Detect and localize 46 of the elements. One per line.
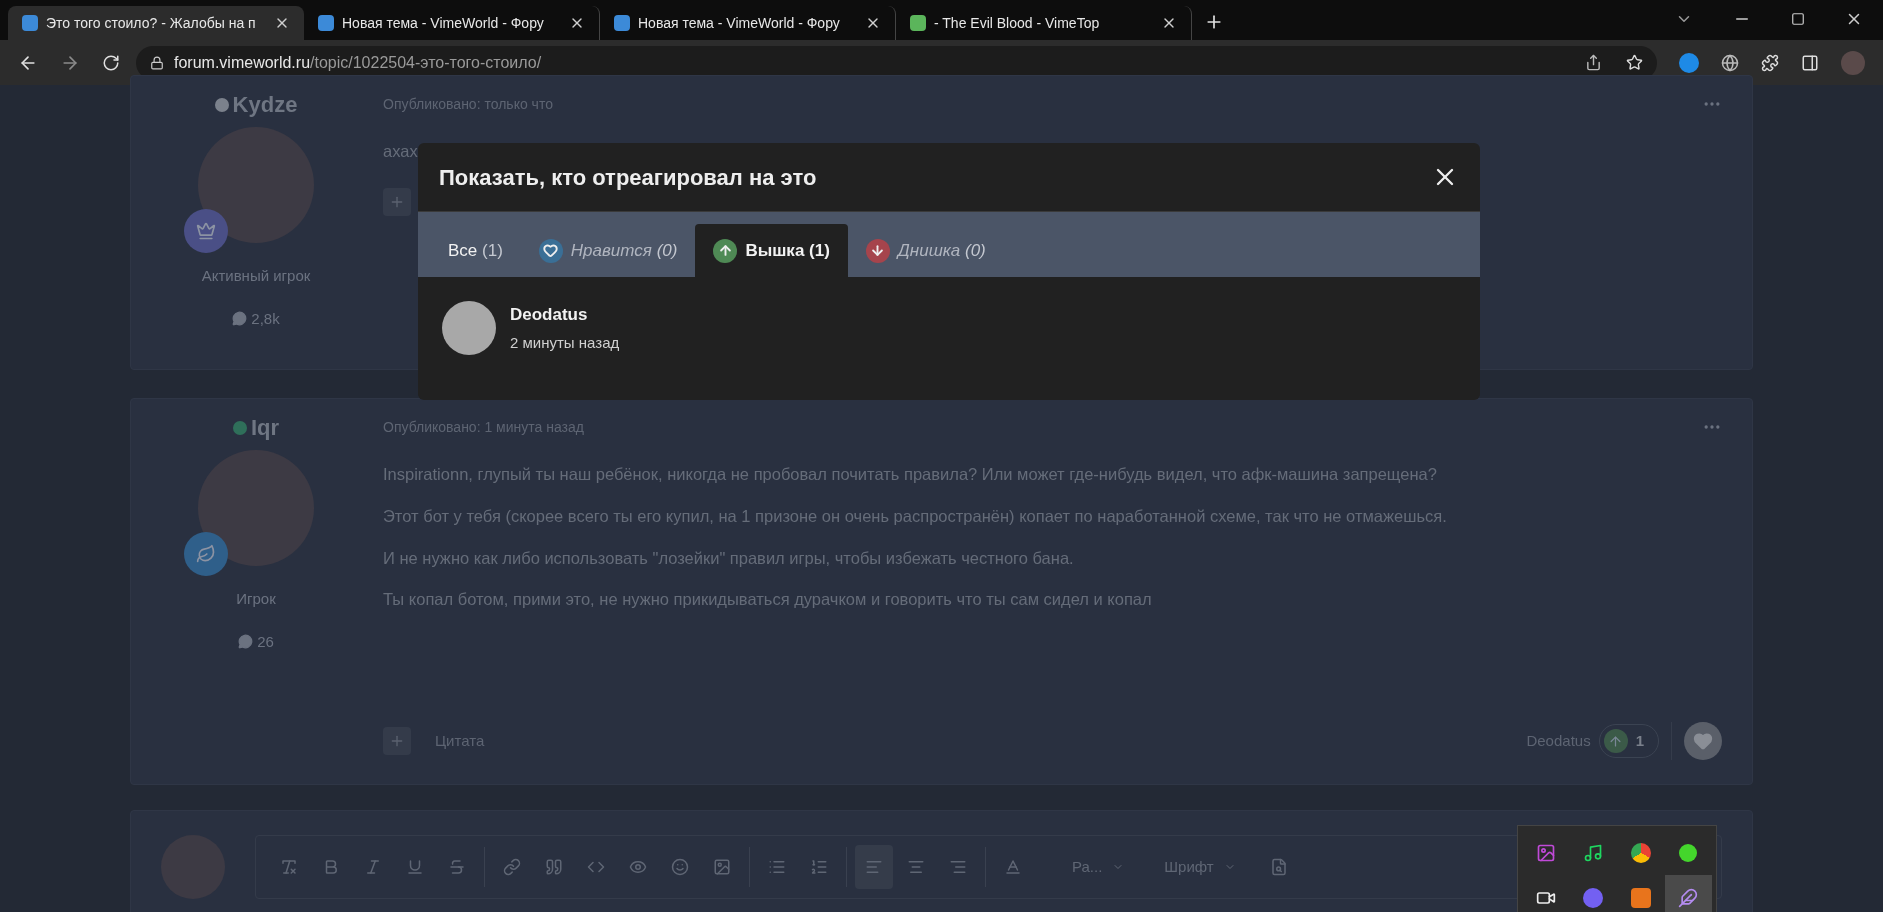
- like-button[interactable]: [1684, 722, 1722, 760]
- reaction-time: 2 минуты назад: [510, 332, 620, 353]
- lock-icon[interactable]: [150, 55, 164, 70]
- badge-icon: [184, 209, 228, 253]
- preview-icon[interactable]: [1269, 858, 1288, 876]
- comment-icon: [238, 634, 254, 650]
- restore-icon[interactable]: [1791, 12, 1805, 26]
- post-paragraph: Inspirationn, глупый ты наш ребёнок, никогда не пробовал почитать правила? Или может где-нибудь видел, что афк-машина запрещена?: [383, 464, 1438, 485]
- up-reaction-icon: [713, 238, 738, 263]
- author-role: Игрок: [236, 589, 276, 609]
- reload-icon[interactable]: [102, 53, 120, 72]
- post-paragraph: Ты копал ботом, прими это, не нужно прикидываться дурачком и говорить что ты сам сидел и копал: [383, 589, 1153, 611]
- user-avatar: [442, 301, 496, 355]
- star-icon[interactable]: [1626, 54, 1643, 71]
- user-name[interactable]: Deodatus: [510, 302, 620, 328]
- like-reaction-icon: [538, 238, 563, 263]
- share-icon[interactable]: [1585, 54, 1602, 71]
- globe-icon[interactable]: [1721, 53, 1739, 72]
- tab-label: Днишка (0): [897, 239, 986, 262]
- post-count: 2,8k: [251, 308, 280, 329]
- heart-icon: [1693, 731, 1713, 751]
- tab-label: Нравится (0): [570, 239, 678, 262]
- arrow-up-icon: [1603, 729, 1628, 753]
- tab-label: Вышка (1): [745, 239, 830, 262]
- tab-label: Все (1): [448, 239, 503, 262]
- down-reaction-icon: [865, 238, 890, 263]
- post-paragraph: Этот бот у тебя (скорее всего ты его купил, на 1 призоне он очень распространён) копает по наработанной схеме, так что не отмажешься.: [383, 505, 1448, 527]
- author-name[interactable]: Kydze: [232, 88, 298, 121]
- modal-title: Показать, кто отреагировал на это: [439, 163, 817, 192]
- comment-icon: [232, 311, 248, 327]
- reaction-count: 1: [1635, 730, 1644, 751]
- side-panel-icon[interactable]: [1801, 53, 1819, 72]
- post-paragraph: И не нужно как либо использовать "лозейки" правил игры, чтобы избежать честного бана.: [383, 547, 1075, 569]
- extension-icon[interactable]: [1679, 52, 1699, 73]
- plus-icon: [389, 733, 405, 749]
- author-name[interactable]: Iqr: [250, 411, 280, 444]
- post-paragraph: ахах: [383, 141, 419, 162]
- browser-tab[interactable]: Это того стоило? - Жалобы на п: [8, 6, 304, 40]
- post-count: 26: [257, 631, 274, 652]
- url-text[interactable]: forum.vimeworld.ru/topic/1022504-это-того-стоило/: [174, 50, 542, 75]
- extensions-icon[interactable]: [1761, 53, 1779, 72]
- badge-icon: [184, 532, 228, 576]
- reaction-tab[interactable]: Вышка (1): [695, 224, 848, 277]
- author-role: Активный игрок: [201, 266, 311, 286]
- reaction-tab[interactable]: Все (1): [430, 224, 521, 277]
- feather-icon[interactable]: [1664, 875, 1712, 912]
